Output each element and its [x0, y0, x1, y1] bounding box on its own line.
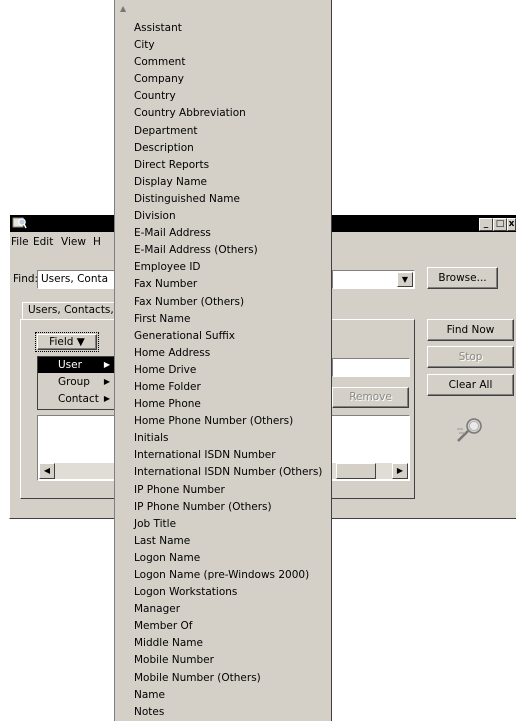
attribute-menu-item[interactable]: Country [115, 88, 331, 105]
attribute-menu-item[interactable]: City [115, 37, 331, 54]
attribute-menu-item[interactable]: Logon Workstations [115, 584, 331, 601]
attribute-menu-item[interactable]: Generational Suffix [115, 328, 331, 345]
field-button[interactable]: Field ▼ [37, 334, 97, 350]
attribute-menu-item[interactable]: IP Phone Number (Others) [115, 499, 331, 516]
attribute-menu-item[interactable]: Employee ID [115, 259, 331, 276]
minimize-button[interactable]: _ [479, 218, 493, 231]
submenu-arrow-icon: ▶ [103, 394, 110, 403]
submenu-arrow-icon: ▶ [103, 360, 110, 369]
attribute-menu-item[interactable]: Fax Number [115, 276, 331, 293]
attribute-menu-item[interactable]: Description [115, 140, 331, 157]
attribute-menu-item[interactable]: Fax Number (Others) [115, 294, 331, 311]
menu-help[interactable]: H [93, 236, 101, 249]
attribute-menu-item[interactable]: Direct Reports [115, 157, 331, 174]
find-now-button[interactable]: Find Now [427, 319, 514, 341]
attribute-menu-item[interactable]: Middle Name [115, 635, 331, 652]
attribute-list: Assistant City Comment Company Country Countr… [115, 20, 331, 721]
attribute-menu-item[interactable]: Home Drive [115, 362, 331, 379]
attribute-menu-item[interactable]: E-Mail Address [115, 225, 331, 242]
tab-label: Users, Contacts, . [28, 304, 121, 316]
attribute-menu-item[interactable]: Member Of [115, 618, 331, 635]
attribute-menu-item[interactable]: Display Name [115, 174, 331, 191]
clear-all-button[interactable]: Clear All [427, 374, 514, 396]
attribute-menu-item[interactable]: Department [115, 123, 331, 140]
attribute-menu-item[interactable]: Home Phone [115, 396, 331, 413]
attribute-menu-item[interactable]: Logon Name (pre-Windows 2000) [115, 567, 331, 584]
stop-button[interactable]: Stop [427, 346, 514, 368]
scroll-up-arrow-icon[interactable]: ▲ [120, 4, 126, 13]
attribute-menu-item[interactable]: Job Title [115, 516, 331, 533]
attribute-menu-item[interactable]: International ISDN Number [115, 447, 331, 464]
close-button[interactable]: x [507, 218, 516, 231]
user-attribute-submenu: Assistant City Comment Company Country Countr… [114, 0, 332, 721]
scroll-thumb[interactable] [336, 463, 376, 479]
attribute-menu-item[interactable]: First Name [115, 311, 331, 328]
window-title: Find Users, Cor [29, 217, 109, 229]
attribute-menu-item[interactable]: Home Address [115, 345, 331, 362]
menu-edit[interactable]: Edit [33, 236, 53, 249]
attribute-menu-item[interactable]: Company [115, 71, 331, 88]
attribute-menu-item[interactable]: Comment [115, 54, 331, 71]
attribute-menu-item[interactable]: Distinguished Name [115, 191, 331, 208]
menu-view[interactable]: View [61, 236, 86, 249]
menu-item-contact-label: Contact [58, 393, 99, 405]
maximize-button[interactable]: □ [493, 218, 507, 231]
attribute-menu-item[interactable]: Notes [115, 704, 331, 721]
submenu-arrow-icon: ▶ [103, 377, 110, 386]
menu-item-user-label: User [58, 359, 82, 371]
attribute-menu-item[interactable]: Assistant [115, 20, 331, 37]
scroll-right-icon[interactable]: ▶ [392, 463, 408, 479]
browse-button[interactable]: Browse... [427, 267, 498, 289]
attribute-menu-item[interactable]: Home Folder [115, 379, 331, 396]
find-combo-value: Users, Conta [41, 273, 109, 285]
attribute-menu-item[interactable]: Home Phone Number (Others) [115, 413, 331, 430]
find-dropdown-arrow-icon[interactable]: ▼ [397, 272, 413, 287]
scroll-left-icon[interactable]: ◀ [39, 463, 55, 479]
attribute-menu-item[interactable]: Manager [115, 601, 331, 618]
attribute-menu-item[interactable]: IP Phone Number [115, 482, 331, 499]
attribute-menu-item[interactable]: Initials [115, 430, 331, 447]
attribute-menu-item[interactable]: Name [115, 687, 331, 704]
attribute-menu-item[interactable]: Mobile Number [115, 652, 331, 669]
menu-item-group-label: Group [58, 376, 90, 388]
find-magnifier-icon [12, 216, 27, 230]
condition-value-input[interactable] [332, 358, 410, 377]
menu-file[interactable]: File [11, 236, 29, 249]
remove-button[interactable]: Remove [332, 387, 409, 408]
attribute-menu-item[interactable]: Logon Name [115, 550, 331, 567]
find-label: Find: [13, 273, 39, 285]
attribute-menu-item[interactable]: Last Name [115, 533, 331, 550]
attribute-menu-item[interactable]: E-Mail Address (Others) [115, 242, 331, 259]
menu-item-user[interactable]: User ▶ [38, 357, 116, 373]
menu-item-contact[interactable]: Contact ▶ [38, 391, 116, 407]
attribute-menu-item[interactable]: Mobile Number (Others) [115, 670, 331, 687]
attribute-menu-item[interactable]: Country Abbreviation [115, 105, 331, 122]
menu-item-group[interactable]: Group ▶ [38, 374, 116, 390]
search-animation-icon [453, 415, 487, 445]
attribute-menu-item[interactable]: Division [115, 208, 331, 225]
attribute-menu-item[interactable]: International ISDN Number (Others) [115, 464, 331, 481]
